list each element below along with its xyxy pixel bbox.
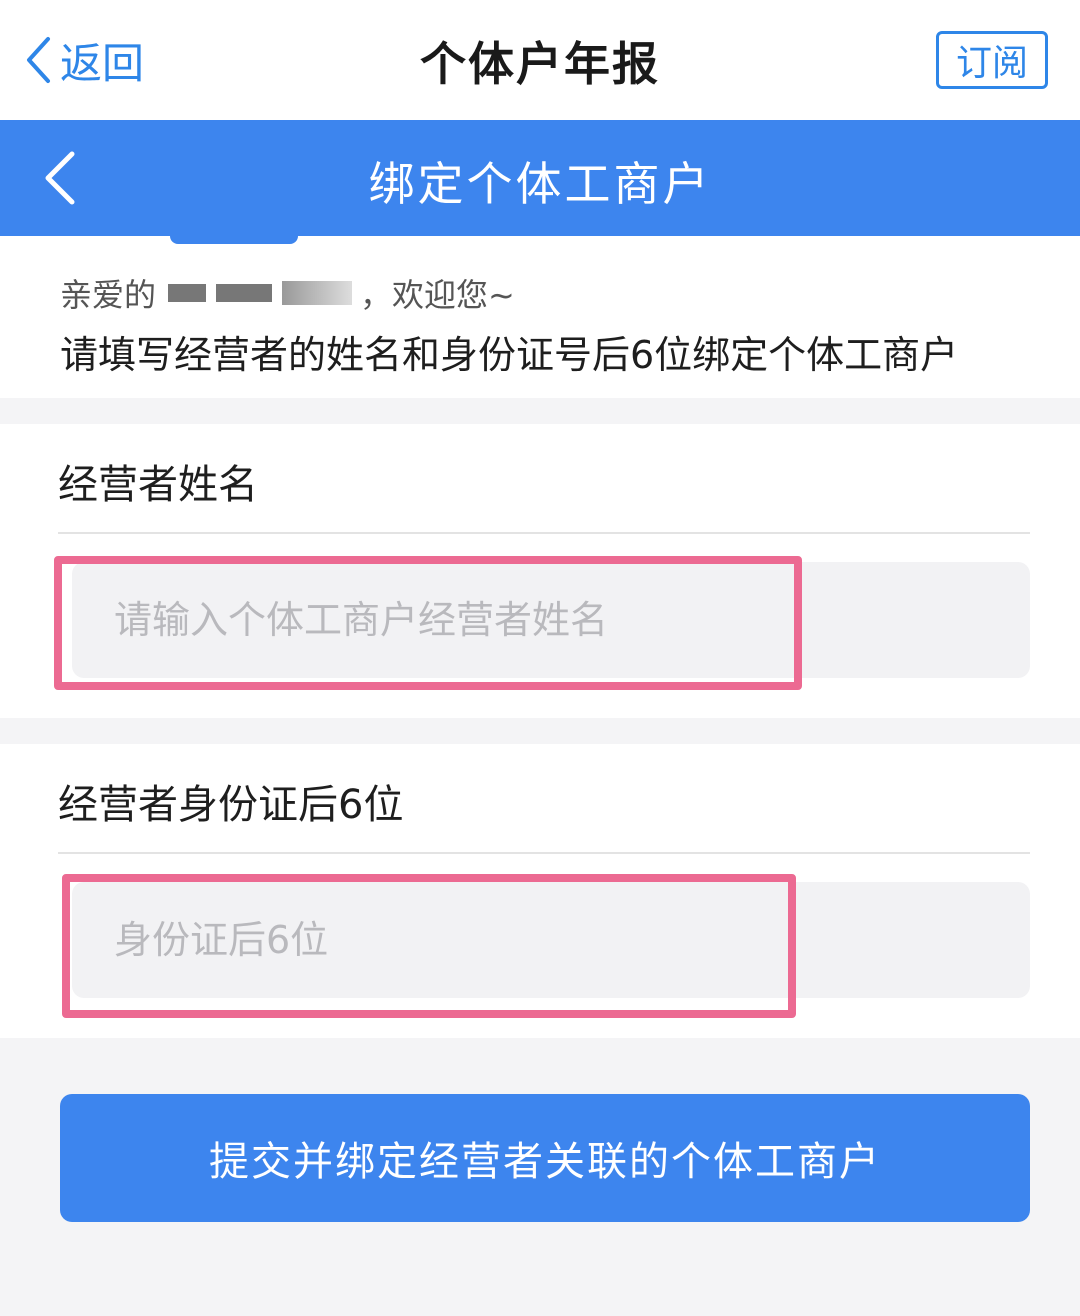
back-button[interactable]: 返回 bbox=[24, 30, 144, 90]
subscribe-button[interactable]: 订阅 bbox=[936, 31, 1048, 89]
page-title: 个体户年报 bbox=[420, 37, 660, 91]
greeting-prefix: 亲爱的 bbox=[60, 276, 157, 314]
name-label: 经营者姓名 bbox=[58, 462, 258, 508]
name-section: 经营者姓名 bbox=[0, 424, 1080, 718]
redacted-username bbox=[168, 281, 353, 305]
top-bar: 返回 个体户年报 订阅 bbox=[0, 0, 1080, 120]
back-label: 返回 bbox=[60, 38, 145, 88]
greeting-suffix: ，欢迎您~ bbox=[360, 276, 515, 314]
submit-button[interactable]: 提交并绑定经营者关联的个体工商户 bbox=[60, 1094, 1030, 1222]
id-input[interactable] bbox=[72, 882, 1030, 998]
greeting-line: 亲爱的 ，欢迎您~ bbox=[60, 270, 515, 316]
id-section: 经营者身份证后6位 bbox=[0, 744, 1080, 1038]
instruction-text: 请填写经营者的姓名和身份证号后6位绑定个体工商户 bbox=[60, 333, 959, 377]
chevron-left-icon bbox=[45, 151, 75, 205]
greeting-card: 亲爱的 ，欢迎您~ 请填写经营者的姓名和身份证号后6位绑定个体工商户 bbox=[0, 236, 1080, 398]
tab-indicator bbox=[170, 236, 298, 244]
id-label: 经营者身份证后6位 bbox=[58, 782, 404, 828]
name-field[interactable] bbox=[72, 562, 1030, 678]
divider bbox=[58, 852, 1030, 854]
nav-bar: 绑定个体工商户 bbox=[0, 120, 1080, 236]
name-input[interactable] bbox=[72, 562, 1030, 678]
divider bbox=[58, 532, 1030, 534]
nav-back-button[interactable] bbox=[30, 148, 90, 208]
id-field[interactable] bbox=[72, 882, 1030, 998]
chevron-left-icon bbox=[27, 37, 50, 83]
nav-title: 绑定个体工商户 bbox=[368, 157, 712, 211]
